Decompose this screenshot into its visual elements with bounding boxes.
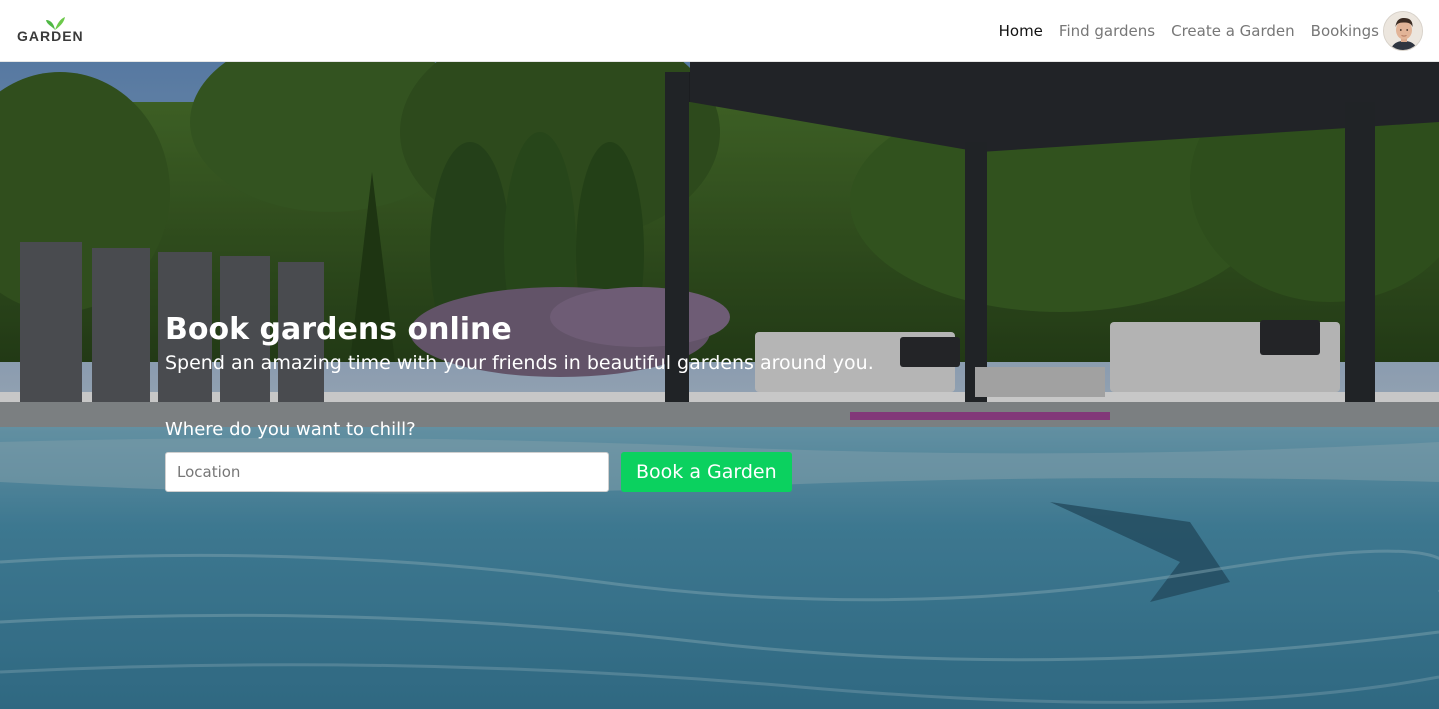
avatar-image xyxy=(1384,12,1422,50)
hero-content: Book gardens online Spend an amazing tim… xyxy=(165,312,1065,492)
book-garden-button[interactable]: Book a Garden xyxy=(621,452,792,492)
location-input[interactable] xyxy=(165,452,609,492)
user-avatar[interactable] xyxy=(1383,11,1423,51)
search-label: Where do you want to chill? xyxy=(165,419,416,440)
nav-find-gardens[interactable]: Find gardens xyxy=(1059,22,1155,40)
nav-bookings[interactable]: Bookings xyxy=(1311,22,1379,40)
hero-section: Book gardens online Spend an amazing tim… xyxy=(0,62,1439,709)
top-navbar: GARDEN Home Find gardens Create a Garden… xyxy=(0,0,1439,62)
search-form: Book a Garden xyxy=(165,452,1065,492)
nav-home[interactable]: Home xyxy=(999,22,1043,40)
hero-title: Book gardens online xyxy=(165,312,512,347)
brand-logo[interactable]: GARDEN xyxy=(17,16,87,46)
main-nav: Home Find gardens Create a Garden Bookin… xyxy=(999,20,1379,42)
nav-create-garden[interactable]: Create a Garden xyxy=(1171,22,1295,40)
logo-text: GARDEN xyxy=(17,28,84,44)
hero-subtitle: Spend an amazing time with your friends … xyxy=(165,352,874,374)
